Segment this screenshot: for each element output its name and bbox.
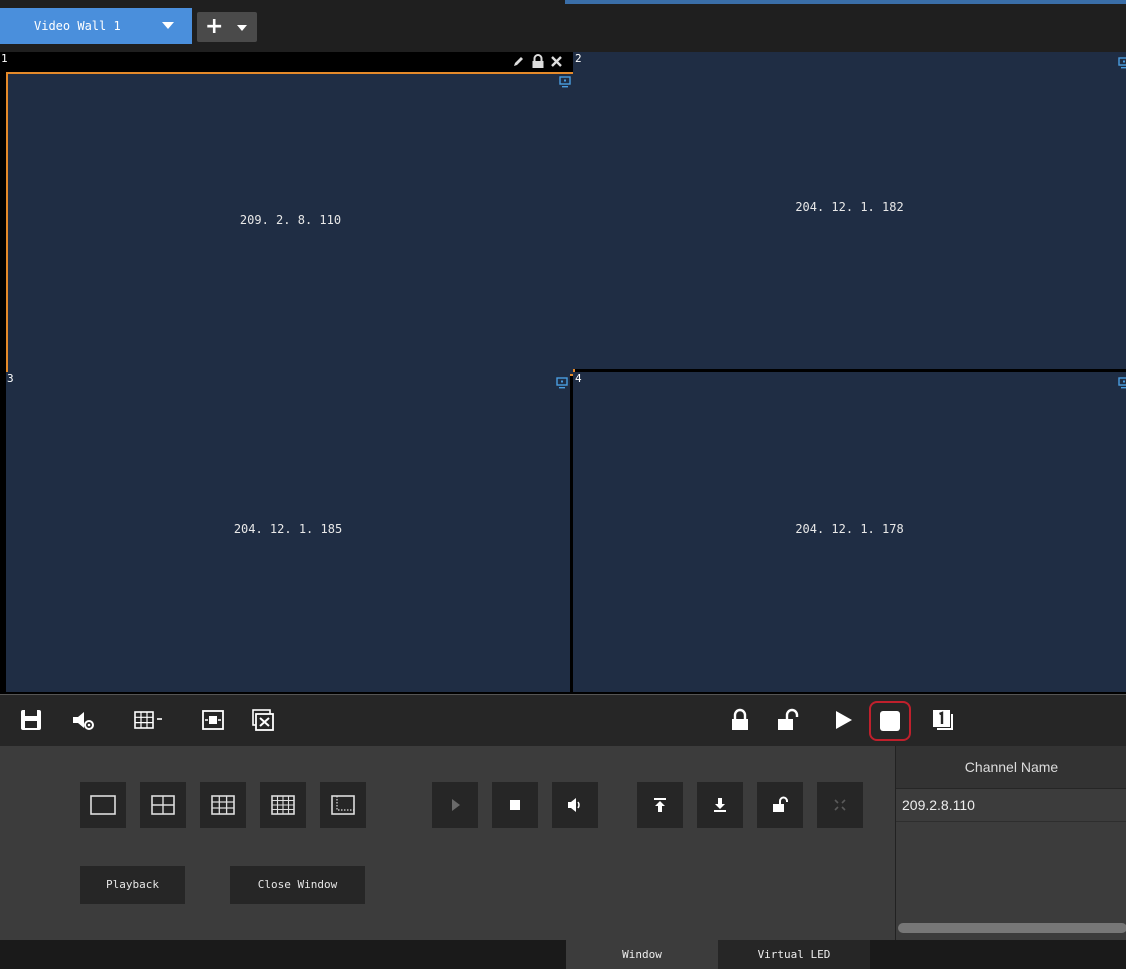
stop-button-highlight[interactable] — [869, 701, 911, 741]
stop-icon — [510, 800, 520, 810]
layout-custom-icon — [331, 795, 355, 815]
speaker-icon — [568, 798, 580, 812]
audio-button[interactable] — [552, 782, 598, 828]
add-video-wall-button[interactable]: + — [197, 12, 257, 42]
window-center-icon[interactable] — [200, 707, 226, 733]
cell-1-header: 1 — [0, 52, 569, 72]
layout-2x2-icon — [151, 795, 175, 815]
close-window-button[interactable]: Close Window — [230, 866, 365, 904]
tab-label: Video Wall 1 — [34, 19, 121, 33]
play-icon — [452, 799, 460, 811]
layout-2x2-button[interactable] — [140, 782, 186, 828]
monitor-icon — [556, 377, 568, 389]
move-top-button[interactable] — [637, 782, 683, 828]
video-wall-grid: 1 209. 2. 8. 110 2 204. 12. 1. 182 3 204… — [0, 52, 1126, 694]
chevron-down-icon[interactable] — [162, 22, 174, 29]
chevron-down-icon[interactable] — [237, 25, 247, 31]
horizontal-scrollbar[interactable] — [898, 923, 1126, 933]
pencil-icon[interactable] — [512, 55, 525, 68]
top-accent-line — [565, 0, 1126, 4]
download-icon — [714, 798, 726, 812]
split-screen-icon[interactable] — [132, 707, 166, 733]
layout-1x1-icon — [90, 795, 116, 815]
layout-4x4-icon — [271, 795, 295, 815]
tab-video-wall-1[interactable]: Video Wall 1 — [0, 8, 192, 44]
tab-window[interactable]: Window — [566, 940, 718, 969]
playback-button[interactable]: Playback — [80, 866, 185, 904]
wall-toolbar — [0, 694, 1126, 746]
video-cell-4[interactable]: 4 204. 12. 1. 178 — [573, 372, 1126, 692]
unlock-button[interactable] — [757, 782, 803, 828]
stop-button[interactable] — [492, 782, 538, 828]
bottom-tab-bar: Window Virtual LED — [0, 940, 1126, 969]
lock-icon[interactable] — [727, 707, 753, 733]
video-cell-1[interactable]: 209. 2. 8. 110 — [6, 72, 575, 376]
monitor-icon — [559, 76, 571, 88]
close-all-windows-icon[interactable] — [250, 707, 276, 733]
unlock-icon — [773, 796, 788, 812]
monitor-icon — [1118, 57, 1126, 69]
layout-custom-button[interactable] — [320, 782, 366, 828]
cell-number: 4 — [575, 372, 582, 385]
cell-ip-label: 209. 2. 8. 110 — [239, 213, 342, 227]
upload-icon — [654, 798, 666, 812]
layout-3x3-icon — [211, 795, 235, 815]
cell-ip-label: 204. 12. 1. 182 — [795, 200, 904, 214]
control-panel: Playback Close Window — [0, 746, 895, 940]
fullscreen-button[interactable] — [817, 782, 863, 828]
video-cell-3[interactable]: 3 204. 12. 1. 185 — [6, 372, 570, 692]
table-row[interactable]: 209.2.8.110 — [896, 788, 1126, 822]
cell-ip-label: 204. 12. 1. 185 — [233, 522, 343, 536]
fullscreen-icon — [834, 799, 846, 811]
play-icon[interactable] — [830, 707, 856, 733]
audio-settings-icon[interactable] — [70, 707, 96, 733]
channel-table: Channel Name 209.2.8.110 — [895, 746, 1126, 940]
layout-4x4-button[interactable] — [260, 782, 306, 828]
play-button[interactable] — [432, 782, 478, 828]
unlock-icon[interactable] — [775, 707, 801, 733]
layout-3x3-button[interactable] — [200, 782, 246, 828]
column-header-channel-name[interactable]: Channel Name — [896, 746, 1126, 789]
monitor-icon — [1118, 377, 1126, 389]
tab-virtual-led[interactable]: Virtual LED — [718, 940, 870, 969]
video-cell-2[interactable]: 2 204. 12. 1. 182 — [573, 52, 1126, 369]
stop-icon — [880, 711, 900, 731]
close-icon[interactable] — [550, 55, 563, 68]
plus-icon: + — [205, 14, 224, 39]
move-bottom-button[interactable] — [697, 782, 743, 828]
single-window-icon[interactable] — [930, 707, 956, 733]
save-icon[interactable] — [18, 707, 44, 733]
cell-number: 1 — [1, 52, 8, 65]
cell-number: 2 — [575, 52, 582, 65]
cell-number: 3 — [7, 372, 14, 385]
cell-ip-label: 204. 12. 1. 178 — [795, 522, 904, 536]
layout-1x1-button[interactable] — [80, 782, 126, 828]
lock-icon[interactable] — [531, 54, 545, 69]
